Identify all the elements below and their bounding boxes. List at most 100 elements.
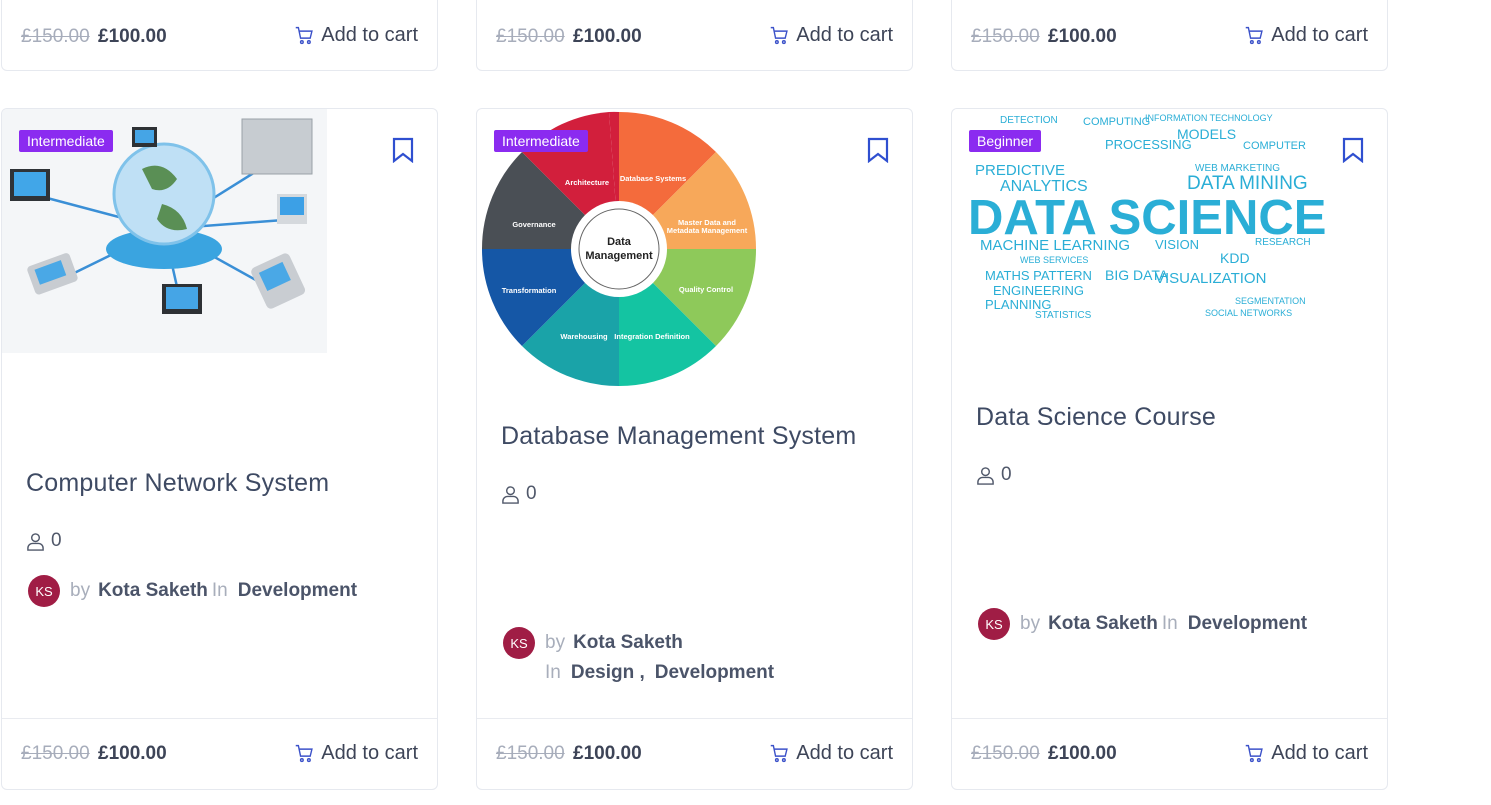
course-card[interactable]: Data Management Architecture Database Sy… <box>476 108 913 790</box>
avatar[interactable]: KS <box>28 575 60 607</box>
cloud-word: RESEARCH <box>1255 237 1311 248</box>
avatar[interactable]: KS <box>978 608 1010 640</box>
old-price: £150.00 <box>496 26 565 47</box>
course-title[interactable]: Database Management System <box>501 422 856 451</box>
user-icon <box>977 466 994 485</box>
course-title[interactable]: Data Science Course <box>976 403 1216 432</box>
cloud-word: MACHINE LEARNING <box>980 237 1130 254</box>
wheel-segment-database-systems: Database Systems <box>620 174 686 183</box>
enrolled-value: 0 <box>526 483 537 504</box>
cloud-word: INFORMATION TECHNOLOGY <box>1145 113 1273 123</box>
old-price: £150.00 <box>496 743 565 764</box>
add-to-cart-button[interactable]: Add to cart <box>294 742 418 765</box>
user-icon <box>502 485 519 504</box>
cloud-word: COMPUTER <box>1243 140 1306 152</box>
cloud-word: PREDICTIVE <box>975 162 1065 179</box>
cloud-word: VISION <box>1155 237 1199 252</box>
cloud-word: WEB MARKETING <box>1195 163 1280 174</box>
wheel-segment-metadata: Metadata Management <box>667 226 748 235</box>
add-to-cart-label: Add to cart <box>1271 742 1368 764</box>
author-link[interactable]: Kota Saketh <box>573 632 683 654</box>
old-price: £150.00 <box>971 743 1040 764</box>
add-to-cart-label: Add to cart <box>321 742 418 764</box>
old-price: £150.00 <box>21 743 90 764</box>
cloud-word: BIG DATA <box>1105 267 1169 283</box>
sale-price: £100.00 <box>573 743 642 764</box>
cloud-word: COMPUTING <box>1083 116 1150 128</box>
cart-icon <box>771 26 789 45</box>
cloud-word: WEB SERVICES <box>1020 255 1088 265</box>
cloud-word: PROCESSING <box>1105 137 1192 152</box>
sale-price: £100.00 <box>98 743 167 764</box>
author-link[interactable]: Kota Saketh <box>98 580 208 602</box>
category-link[interactable]: Development <box>238 580 357 602</box>
cart-icon <box>1246 26 1264 45</box>
course-card-top-2: £150.00 £100.00 Add to cart <box>476 0 913 71</box>
wheel-segment-integration-definition: Integration Definition <box>614 332 690 341</box>
wheel-segment-warehousing: Warehousing <box>560 332 608 341</box>
card-footer: £150.00 £100.00 Add to cart <box>477 0 912 70</box>
sale-price: £100.00 <box>1048 743 1117 764</box>
card-footer: £150.00 £100.00 Add to cart <box>952 0 1387 70</box>
add-to-cart-label: Add to cart <box>1271 24 1368 46</box>
wheel-segment-quality-control: Quality Control <box>679 285 733 294</box>
cloud-word: DETECTION <box>1000 115 1058 126</box>
wheel-segment-transformation: Transformation <box>502 286 557 295</box>
category-link-design[interactable]: Design , <box>571 662 645 684</box>
bookmark-icon[interactable] <box>1342 137 1364 163</box>
cloud-word: KDD <box>1220 250 1250 266</box>
sale-price: £100.00 <box>98 26 167 47</box>
course-meta: KS by Kota Saketh <box>503 627 687 659</box>
old-price: £150.00 <box>971 26 1040 47</box>
bookmark-icon[interactable] <box>392 137 414 163</box>
add-to-cart-button[interactable]: Add to cart <box>1244 742 1368 765</box>
cart-icon <box>1246 744 1264 763</box>
add-to-cart-button[interactable]: Add to cart <box>769 742 893 765</box>
by-label: by <box>1020 613 1041 634</box>
wheel-segment-governance: Governance <box>512 220 555 229</box>
category-link-development[interactable]: Development <box>655 662 774 684</box>
cloud-word: ENGINEERING <box>993 283 1084 298</box>
enrolled-value: 0 <box>1001 464 1012 485</box>
cloud-word: VISUALIZATION <box>1155 270 1266 287</box>
in-label: In <box>211 580 228 601</box>
cloud-word: SOCIAL NETWORKS <box>1205 308 1292 318</box>
cloud-word: STATISTICS <box>1035 310 1092 321</box>
user-icon <box>27 532 44 551</box>
sale-price: £100.00 <box>573 26 642 47</box>
by-label: by <box>545 632 566 653</box>
cart-icon <box>771 744 789 763</box>
card-footer: £150.00 £100.00 Add to cart <box>477 718 912 789</box>
wheel-center-label-2: Management <box>585 250 653 262</box>
course-card[interactable]: DETECTION COMPUTING INFORMATION TECHNOLO… <box>951 108 1388 790</box>
add-to-cart-label: Add to cart <box>796 24 893 46</box>
add-to-cart-label: Add to cart <box>321 24 418 46</box>
course-categories: In Design , Development <box>545 662 774 684</box>
cloud-word: MATHS PATTERN <box>985 268 1092 283</box>
category-link[interactable]: Development <box>1188 613 1307 635</box>
level-badge: Beginner <box>969 130 1042 152</box>
card-footer: £150.00 £100.00 Add to cart <box>2 0 437 70</box>
course-card-top-1: £150.00 £100.00 Add to cart <box>1 0 438 71</box>
author-link[interactable]: Kota Saketh <box>1048 613 1158 635</box>
course-meta: KS by Kota Saketh In Development <box>28 575 357 607</box>
course-meta: KS by Kota Saketh In Development <box>978 608 1307 640</box>
level-badge: Intermediate <box>19 130 113 152</box>
course-card[interactable]: Intermediate Computer Network System 0 K… <box>1 108 438 790</box>
avatar[interactable]: KS <box>503 627 535 659</box>
bookmark-icon[interactable] <box>867 137 889 163</box>
add-to-cart-button[interactable]: Add to cart <box>769 24 893 47</box>
enrolled-count: 0 <box>976 464 1012 486</box>
course-title[interactable]: Computer Network System <box>26 469 329 498</box>
card-footer: £150.00 £100.00 Add to cart <box>2 718 437 789</box>
cart-icon <box>296 744 314 763</box>
level-badge: Intermediate <box>494 130 588 152</box>
wheel-segment-architecture: Architecture <box>565 178 609 187</box>
add-to-cart-button[interactable]: Add to cart <box>294 24 418 47</box>
cart-icon <box>296 26 314 45</box>
add-to-cart-button[interactable]: Add to cart <box>1244 24 1368 47</box>
sale-price: £100.00 <box>1048 26 1117 47</box>
card-footer: £150.00 £100.00 Add to cart <box>952 718 1387 789</box>
in-label: In <box>545 662 561 683</box>
old-price: £150.00 <box>21 26 90 47</box>
